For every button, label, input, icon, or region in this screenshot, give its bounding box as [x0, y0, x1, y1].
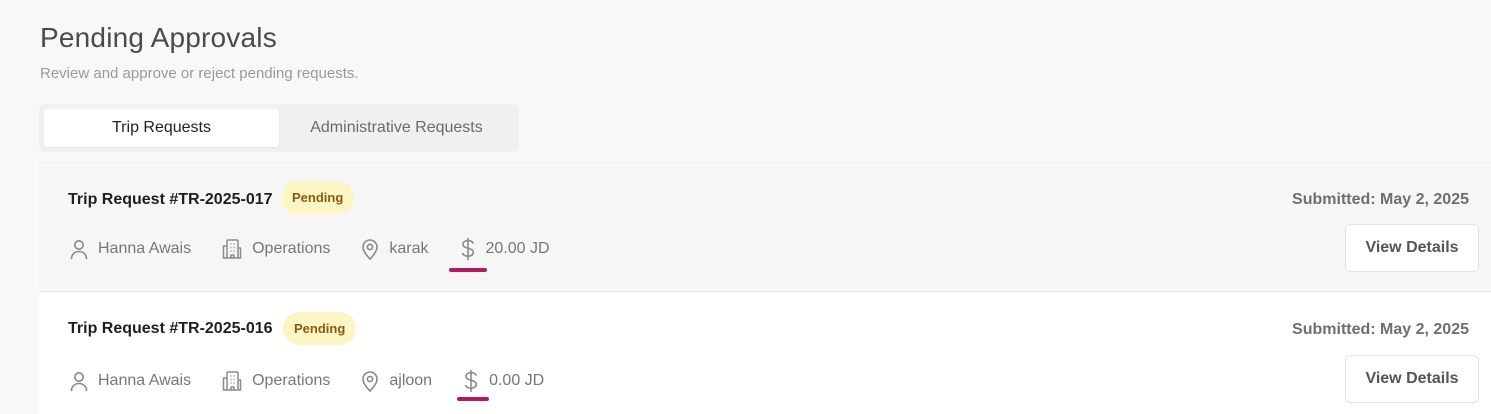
request-type-tabs: Trip Requests Administrative Requests — [39, 104, 519, 152]
view-details-button[interactable]: View Details — [1345, 355, 1479, 403]
page-title: Pending Approvals — [40, 22, 277, 53]
submitted-date: Submitted: May 2, 2025 — [1292, 191, 1469, 208]
view-details-button[interactable]: View Details — [1345, 224, 1479, 272]
location-name: karak — [389, 240, 429, 257]
user-icon — [70, 240, 88, 260]
tab-administrative-requests[interactable]: Administrative Requests — [279, 109, 514, 147]
dollar-icon — [464, 369, 478, 393]
amount-value: 0.00 JD — [489, 372, 545, 389]
request-meta: Hanna Awais Operations karak 20.00 JD — [69, 237, 550, 272]
location: karak — [360, 238, 429, 260]
request-card: Trip Request #TR-2025-017 Pending Submit… — [39, 162, 1491, 290]
department: Operations — [221, 238, 330, 260]
tab-trip-requests[interactable]: Trip Requests — [44, 109, 279, 147]
request-card: Trip Request #TR-2025-016 Pending Submit… — [39, 291, 1491, 414]
highlight-underline — [448, 268, 487, 272]
submitted-date: Submitted: May 2, 2025 — [1292, 321, 1469, 338]
user-icon — [70, 372, 88, 392]
status-badge: Pending — [283, 312, 357, 345]
status-badge: Pending — [281, 181, 355, 214]
amount: 20.00 JD — [448, 237, 550, 272]
requester-name: Hanna Awais — [98, 372, 192, 389]
amount-value: 20.00 JD — [485, 240, 550, 257]
location-name: ajloon — [389, 372, 433, 389]
dollar-icon — [461, 237, 474, 261]
requester-name: Hanna Awais — [98, 240, 192, 257]
requester: Hanna Awais — [69, 238, 191, 260]
map-pin-icon — [362, 239, 379, 260]
map-pin-icon — [362, 371, 379, 392]
amount: 0.00 JD — [457, 369, 545, 401]
location: ajloon — [360, 370, 432, 392]
building-icon — [222, 239, 242, 259]
request-title: Trip Request #TR-2025-016 — [68, 320, 273, 337]
building-icon — [222, 371, 242, 391]
department-name: Operations — [252, 372, 331, 389]
request-meta: Hanna Awais Operations ajloon 0.00 JD — [69, 369, 545, 401]
page-subtitle: Review and approve or reject pending req… — [40, 65, 359, 82]
department: Operations — [221, 370, 330, 392]
requester: Hanna Awais — [69, 370, 191, 392]
department-name: Operations — [252, 240, 331, 257]
highlight-underline — [457, 397, 490, 401]
request-title: Trip Request #TR-2025-017 — [68, 191, 273, 208]
